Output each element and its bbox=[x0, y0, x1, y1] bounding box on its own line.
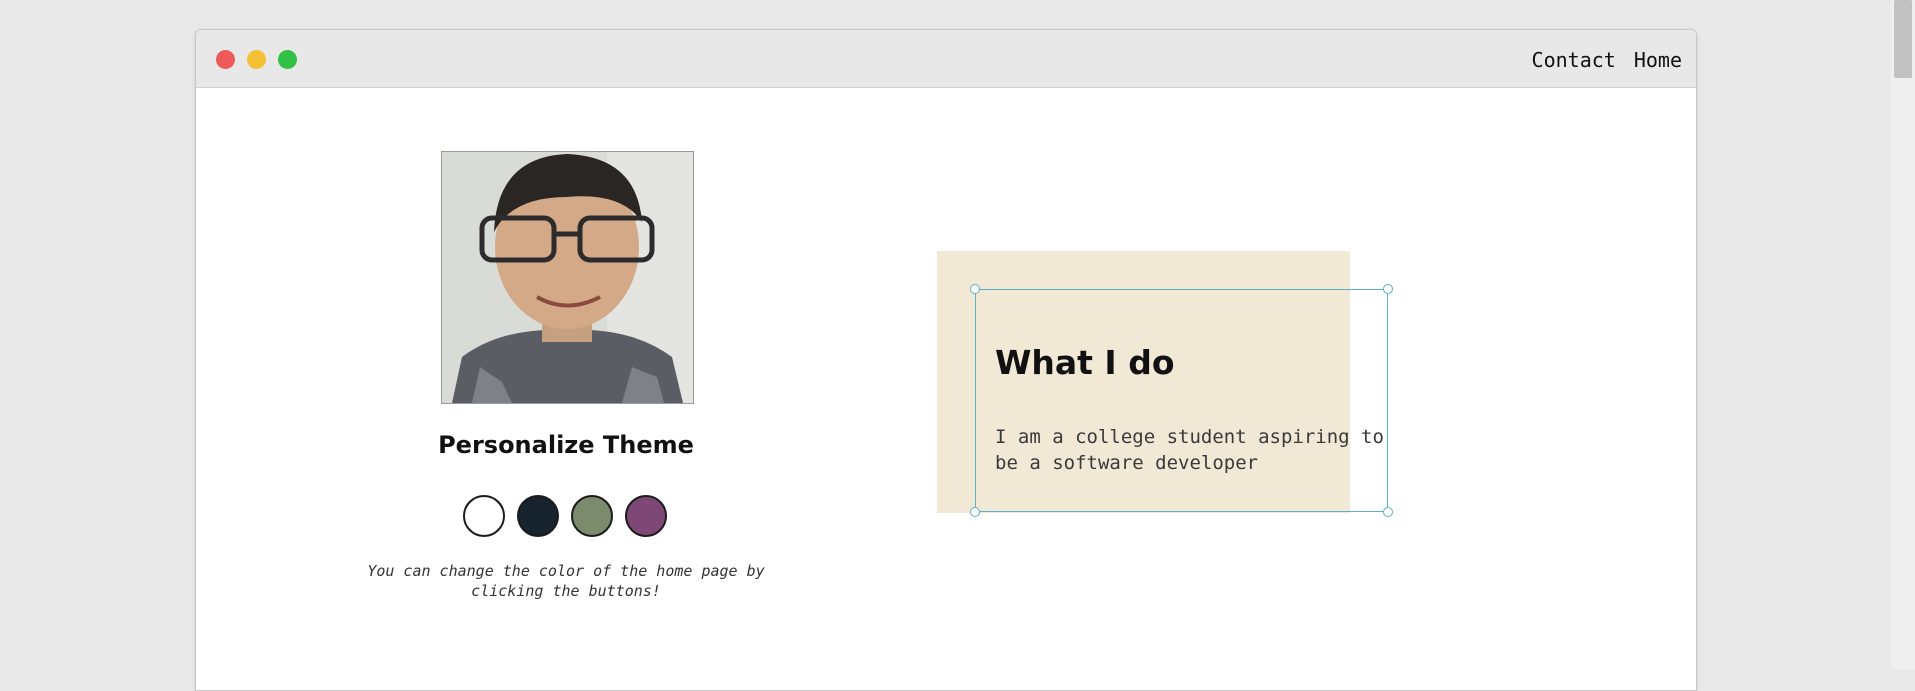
theme-swatches bbox=[463, 495, 667, 537]
top-nav: Contact Home bbox=[1532, 48, 1682, 72]
profile-photo bbox=[441, 151, 694, 404]
theme-hint-text: You can change the color of the home pag… bbox=[367, 562, 765, 600]
nav-home-link[interactable]: Home bbox=[1634, 48, 1682, 72]
maximize-window-button[interactable] bbox=[278, 50, 297, 69]
scrollbar-thumb[interactable] bbox=[1894, 0, 1912, 78]
title-bar: Contact Home bbox=[196, 30, 1696, 88]
theme-swatch-sage[interactable] bbox=[571, 495, 613, 537]
page-scrollbar[interactable] bbox=[1891, 0, 1915, 669]
personalize-theme-heading: Personalize Theme bbox=[438, 431, 694, 459]
theme-swatch-plum[interactable] bbox=[625, 495, 667, 537]
profile-photo-image bbox=[442, 152, 693, 403]
resize-handle-bottom-left[interactable] bbox=[970, 507, 980, 517]
theme-swatch-navy[interactable] bbox=[517, 495, 559, 537]
resize-handle-top-left[interactable] bbox=[970, 284, 980, 294]
resize-handle-bottom-right[interactable] bbox=[1383, 507, 1393, 517]
minimize-window-button[interactable] bbox=[247, 50, 266, 69]
browser-window: Contact Home Personalize Theme You can c… bbox=[195, 29, 1697, 691]
resize-handle-top-right[interactable] bbox=[1383, 284, 1393, 294]
card-description: I am a college student aspiring to be a … bbox=[995, 426, 1384, 474]
theme-swatch-white[interactable] bbox=[463, 495, 505, 537]
selection-outline[interactable] bbox=[970, 284, 1393, 517]
close-window-button[interactable] bbox=[216, 50, 235, 69]
nav-contact-link[interactable]: Contact bbox=[1532, 48, 1616, 72]
card-title: What I do bbox=[995, 343, 1175, 382]
